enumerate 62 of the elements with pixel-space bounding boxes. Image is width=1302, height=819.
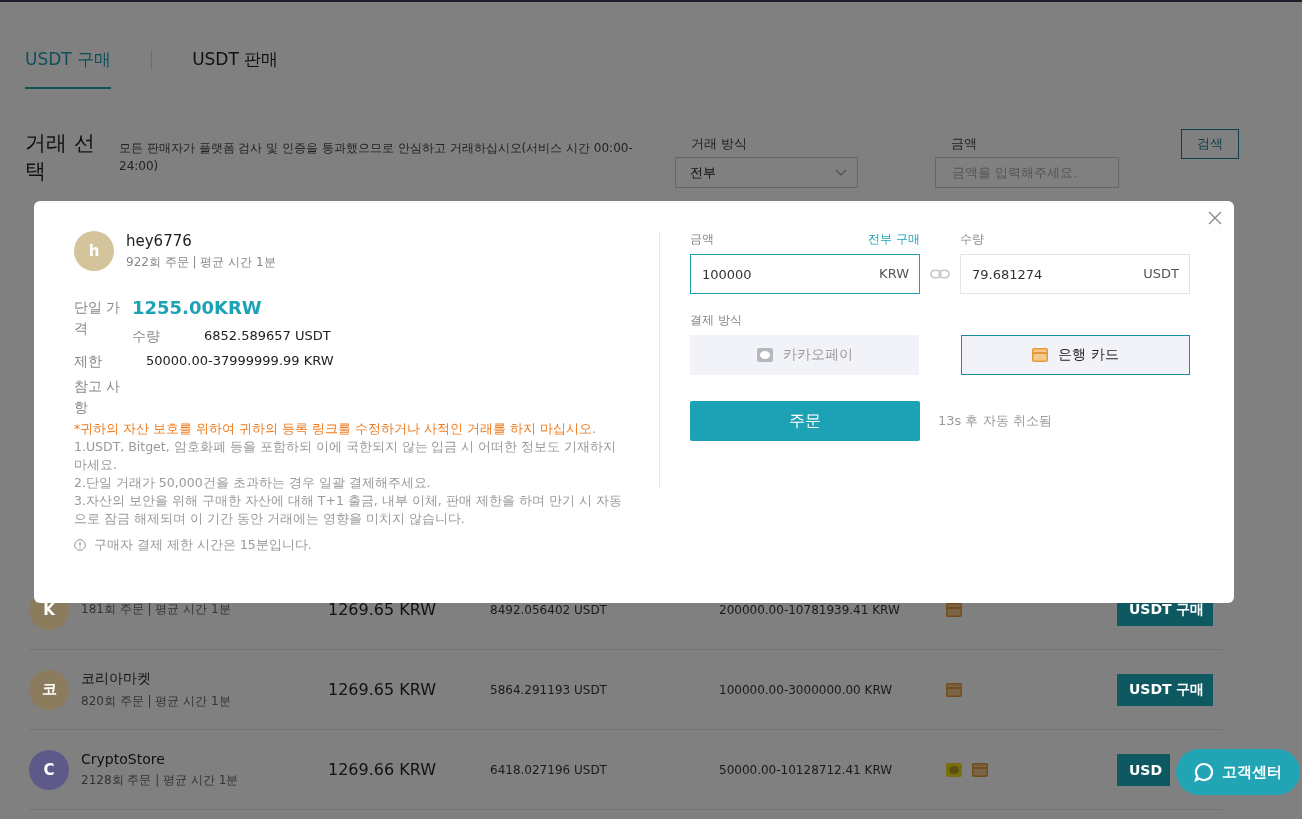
note-text: 3.자산의 보안을 위해 구매한 자산에 대해 T+1 출금, 내부 이체, 판매 제한을 하며 만기 시 자동으로 잠금 해제되며 이 기간 동안 거래에는 영향을 미치지 않습니다. (74, 492, 623, 528)
field-label: 수량 (132, 327, 161, 346)
link-icon (930, 268, 950, 280)
buy-button[interactable]: USDT 구매 (1117, 673, 1213, 706)
card-icon (946, 602, 962, 617)
avatar: C (29, 749, 69, 790)
avatar: h (74, 231, 114, 271)
field-label: 참고 사항 (74, 377, 122, 417)
price-text: 1269.66 KRW (328, 760, 438, 779)
seller-stats: 2128회 주문 | 평균 시간 1분 (81, 771, 240, 789)
seller-name: 코리아마켓 (81, 669, 152, 688)
time-limit-text: 구매자 결제 제한 시간은 15분입니다. (94, 536, 312, 554)
limit-text: 100000.00-3000000.00 KRW (719, 682, 894, 697)
close-button[interactable] (1206, 209, 1224, 227)
unit-price: 1255.00KRW (132, 297, 263, 318)
search-button[interactable]: 검색 (1181, 129, 1239, 159)
buy-button[interactable]: USD (1117, 753, 1171, 786)
field-label: 단일 가격 (74, 298, 122, 338)
card-icon (972, 762, 988, 777)
seller-name: hey6776 (126, 231, 193, 250)
tab[interactable]: USDT 판매 (192, 46, 279, 89)
info-icon (74, 539, 86, 551)
seller-stats: 820회 주문 | 평균 시간 1분 (81, 692, 232, 710)
support-button[interactable]: 고객센터 (1176, 749, 1300, 795)
card-icon (1032, 348, 1049, 362)
chat-bubble-icon (946, 762, 962, 777)
buy-all-link[interactable]: 전부 구매 (868, 231, 920, 248)
unit-label: KRW (879, 266, 909, 281)
quantity-text: 8492.056402 USDT (490, 602, 608, 617)
section-title: 거래 선택 (25, 130, 96, 186)
limit-value: 50000.00-37999999.99 KRW (146, 352, 334, 370)
field-label: 금액 (950, 135, 978, 153)
seller-stats: 181회 주문 | 평균 시간 1분 (81, 601, 232, 618)
limit-text: 200000.00-10781939.41 KRW (719, 602, 901, 617)
field-label: 제한 (74, 352, 103, 371)
note-text: 1.USDT, Bitget, 암호화폐 등을 포함하되 이에 국한되지 않는 입금 시 어떠한 정보도 기재하지 마세요. (74, 438, 618, 474)
notice-text: 모든 판매자가 플랫폼 검사 및 인증을 통과했으므로 안심하고 거래하십시오(서비스 시간 00:00-24:00) (119, 140, 634, 175)
order-button[interactable]: 주문 (690, 401, 920, 441)
seller-stats: 922회 주문 | 평균 시간 1분 (126, 253, 276, 271)
field-label: 거래 방식 (690, 135, 749, 153)
field-label: 금액 (690, 231, 714, 248)
field-label: 결제 방식 (690, 312, 742, 329)
select-field[interactable]: 전부 (675, 157, 858, 188)
card-icon (946, 682, 962, 697)
seller-name: CryptoStore (81, 750, 166, 767)
payment-option[interactable]: 은행 카드 (961, 335, 1190, 375)
unit-label: USDT (1143, 266, 1179, 281)
quantity-text: 6418.027196 USDT (490, 762, 608, 777)
price-text: 1269.65 KRW (328, 680, 438, 699)
note-text: 2.단일 거래가 50,000건을 초과하는 경우 일괄 결제해주세요. (74, 474, 432, 492)
price-text: 1269.65 KRW (328, 600, 438, 619)
avatar: 코 (29, 669, 69, 710)
payment-option[interactable]: 카카오페이 (690, 335, 919, 375)
chat-bubble-icon (756, 348, 773, 362)
quantity-value: 6852.589657 USDT (204, 327, 331, 345)
limit-text: 50000.00-10128712.41 KRW (719, 762, 894, 777)
countdown-text: 13s 후 자동 취소됨 (938, 412, 1052, 430)
quantity-text: 5864.291193 USDT (490, 682, 608, 697)
field-label: 수량 (960, 231, 984, 248)
chat-bubble-icon (1194, 762, 1214, 782)
warning-text: *귀하의 자산 보호를 위하여 귀하의 등록 링크를 수정하거나 사적인 거래를 하지 마십시오. (74, 420, 597, 438)
chevron-down-icon (835, 168, 847, 177)
